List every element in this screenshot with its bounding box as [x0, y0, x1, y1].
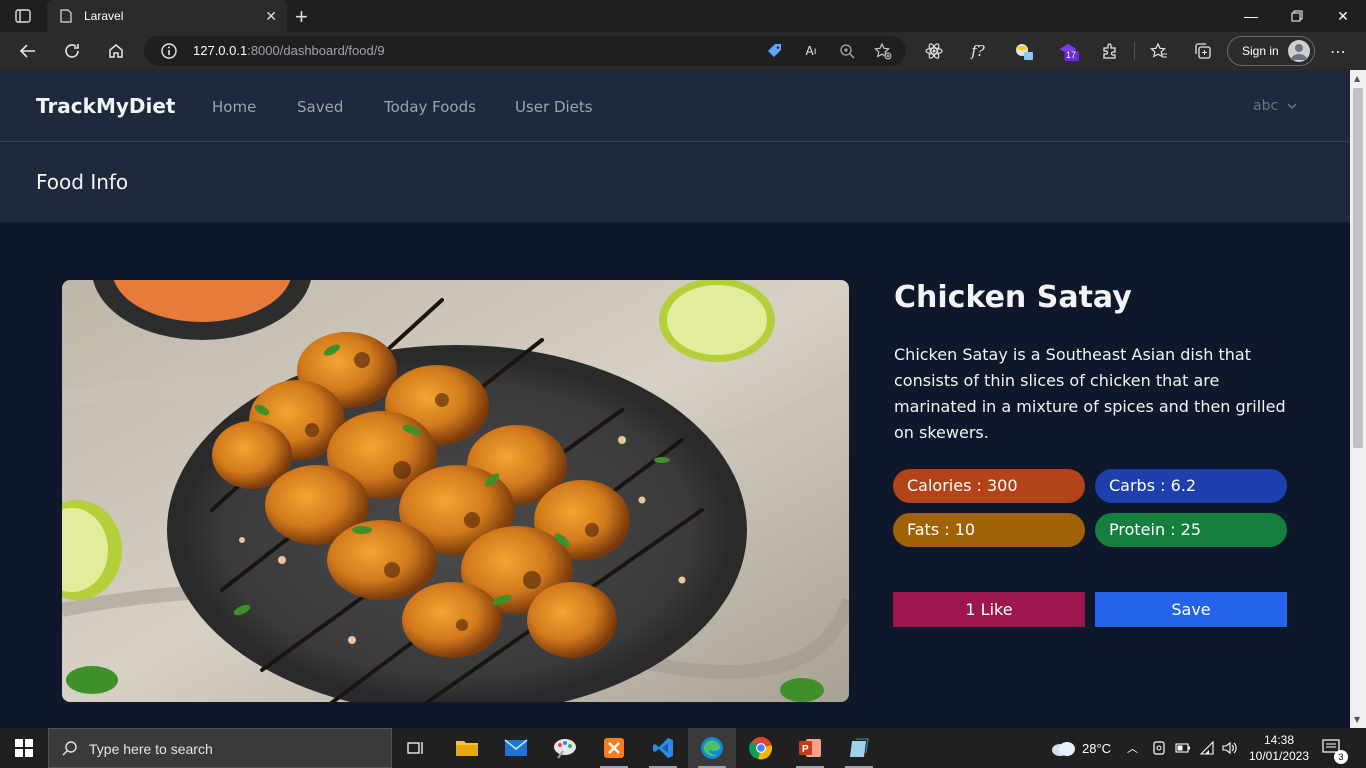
nav-link-user-diets[interactable]: User Diets [515, 98, 593, 116]
notification-count: 3 [1334, 750, 1348, 764]
url-text[interactable]: 127.0.0.1:8000/dashboard/food/9 [193, 43, 385, 58]
nav-link-home[interactable]: Home [212, 98, 256, 116]
fats-badge: Fats : 10 [893, 513, 1085, 547]
extensions-icon[interactable] [1099, 40, 1121, 62]
carbs-badge: Carbs : 6.2 [1095, 469, 1287, 503]
browser-tab[interactable]: Laravel ✕ [47, 0, 287, 32]
food-name: Chicken Satay [894, 280, 1132, 315]
windows-taskbar: Type here to search P 28°C ︿ 14:38 10/01… [0, 728, 1366, 768]
clock-date: 10/01/2023 [1248, 749, 1310, 763]
react-devtools-icon[interactable] [923, 40, 945, 62]
chrome-icon[interactable] [737, 728, 785, 768]
protein-badge: Protein : 25 [1095, 513, 1287, 547]
svg-text:P: P [802, 744, 809, 755]
extension-icon[interactable] [1013, 40, 1035, 62]
close-window-icon[interactable]: ✕ [1320, 0, 1366, 32]
browser-tabstrip: Laravel ✕ + — ✕ [0, 0, 1366, 32]
app-navbar: TrackMyDiet Home Saved Today Foods User … [0, 70, 1350, 142]
add-favorite-icon[interactable] [872, 40, 894, 62]
calories-badge: Calories : 300 [893, 469, 1085, 503]
restore-icon[interactable] [1274, 0, 1320, 32]
food-image [62, 280, 849, 702]
wifi-icon[interactable] [1199, 728, 1215, 768]
mail-icon[interactable] [492, 728, 540, 768]
minimize-icon[interactable]: — [1228, 0, 1274, 32]
tab-title: Laravel [84, 9, 124, 23]
search-placeholder: Type here to search [89, 741, 213, 757]
browser-toolbar: 127.0.0.1:8000/dashboard/food/9 Aı f? 17… [0, 32, 1366, 70]
user-name: abc [1253, 98, 1279, 114]
nav-link-today-foods[interactable]: Today Foods [384, 98, 476, 116]
page-content: TrackMyDiet Home Saved Today Foods User … [0, 70, 1350, 728]
chevron-down-icon [1287, 103, 1297, 110]
tag-icon[interactable] [764, 40, 786, 62]
page-scrollbar[interactable]: ▲ ▼ [1350, 70, 1366, 728]
search-icon [62, 741, 77, 756]
device-icon[interactable] [1151, 728, 1167, 768]
favorites-icon[interactable] [1148, 40, 1170, 62]
address-bar[interactable]: 127.0.0.1:8000/dashboard/food/9 Aı [144, 36, 906, 66]
sign-in-label: Sign in [1242, 44, 1279, 58]
tab-actions-icon[interactable] [12, 7, 34, 25]
more-icon[interactable]: ⋯ [1327, 40, 1349, 62]
task-view-icon[interactable] [392, 728, 440, 768]
scroll-up-icon[interactable]: ▲ [1354, 74, 1360, 83]
powerpoint-icon[interactable]: P [786, 728, 834, 768]
user-menu[interactable]: abc [1253, 98, 1297, 114]
zoom-icon[interactable] [836, 40, 858, 62]
scroll-down-icon[interactable]: ▼ [1354, 715, 1360, 724]
clock-time: 14:38 [1263, 733, 1295, 747]
page-header: Food Info [0, 142, 1350, 222]
xampp-icon[interactable] [590, 728, 638, 768]
home-icon[interactable] [105, 40, 127, 62]
read-aloud-icon[interactable]: Aı [800, 40, 822, 62]
close-tab-icon[interactable]: ✕ [265, 8, 277, 25]
taskbar-search[interactable]: Type here to search [48, 728, 392, 768]
edge-icon[interactable] [688, 728, 736, 768]
weather-temp: 28°C [1082, 740, 1112, 756]
save-button[interactable]: Save [1095, 592, 1287, 627]
sign-in-button[interactable]: Sign in [1227, 36, 1315, 66]
notepad-icon[interactable] [835, 728, 883, 768]
volume-icon[interactable] [1222, 728, 1238, 768]
new-tab-icon[interactable]: + [295, 4, 308, 30]
extension-badge-icon[interactable]: 17 [1058, 40, 1080, 62]
file-explorer-icon[interactable] [443, 728, 491, 768]
taskbar-clock[interactable]: 14:38 10/01/2023 [1248, 732, 1310, 764]
collections-icon[interactable] [1192, 40, 1214, 62]
avatar-icon [1288, 40, 1310, 62]
scrollbar-thumb[interactable] [1353, 88, 1363, 448]
nav-link-saved[interactable]: Saved [297, 98, 343, 116]
site-info-icon[interactable] [160, 42, 178, 60]
cloud-icon [1052, 742, 1075, 756]
vscode-icon[interactable] [639, 728, 687, 768]
toolbar-divider [1134, 42, 1135, 60]
formula-icon[interactable]: f? [967, 40, 989, 62]
windows-start-icon[interactable] [0, 728, 48, 768]
refresh-icon[interactable] [61, 40, 83, 62]
back-icon[interactable] [17, 40, 39, 62]
paint-app-icon[interactable] [541, 728, 589, 768]
battery-icon[interactable] [1175, 728, 1191, 768]
page-icon [60, 9, 72, 23]
like-button[interactable]: 1 Like [893, 592, 1085, 627]
food-description: Chicken Satay is a Southeast Asian dish … [894, 345, 1286, 442]
tray-overflow-icon[interactable]: ︿ [1127, 728, 1138, 768]
notifications-icon[interactable]: 3 [1322, 728, 1348, 768]
page-title: Food Info [36, 170, 129, 194]
extension-badge-count: 17 [1066, 50, 1077, 60]
brand-logo[interactable]: TrackMyDiet [36, 94, 175, 118]
weather-widget[interactable]: 28°C [1050, 728, 1111, 768]
